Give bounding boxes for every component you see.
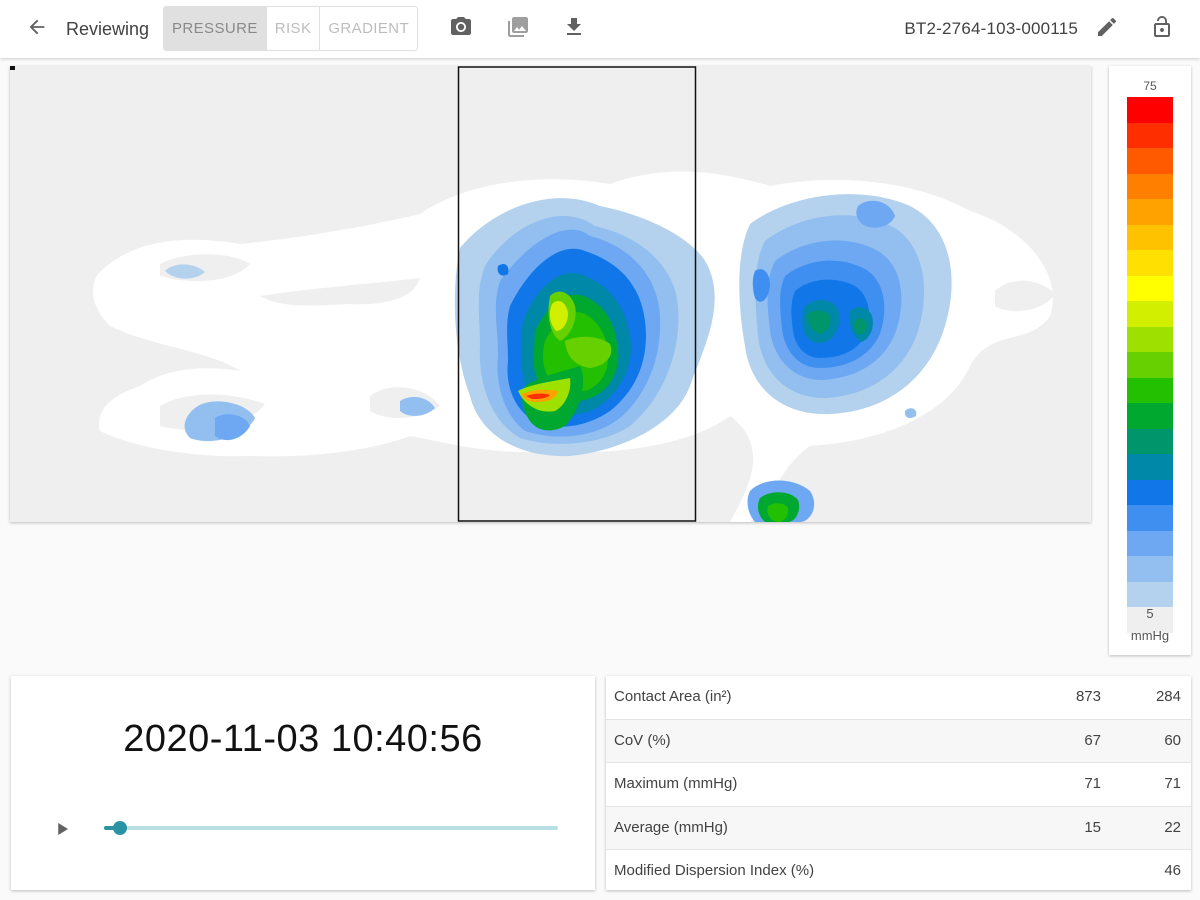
stat-label: Modified Dispersion Index (%) <box>614 862 815 880</box>
stat-value-1: 67 <box>1084 731 1101 749</box>
stat-row-maximum: Maximum (mmHg) 71 71 <box>606 763 1191 807</box>
back-button[interactable] <box>22 14 52 44</box>
mode-risk-button[interactable]: RISK <box>267 7 321 50</box>
legend-swatch <box>1127 403 1173 429</box>
legend-color-bar <box>1127 97 1173 633</box>
legend-swatch <box>1127 224 1173 250</box>
legend-swatch <box>1127 454 1173 480</box>
legend-max-label: 75 <box>1143 79 1157 93</box>
stat-row-dispersion-index: Modified Dispersion Index (%) 46 <box>606 850 1191 894</box>
legend-swatch <box>1127 326 1173 352</box>
lock-button[interactable] <box>1147 14 1177 44</box>
legend-swatch <box>1127 581 1173 607</box>
timeline-slider-thumb[interactable] <box>112 821 127 835</box>
timeline-slider[interactable] <box>104 821 558 835</box>
stat-value-2: 71 <box>1164 775 1181 793</box>
legend-unit-label: mmHg <box>1130 628 1170 643</box>
stat-label: CoV (%) <box>614 731 671 749</box>
legend-swatch <box>1127 428 1173 454</box>
legend-swatch <box>1127 250 1173 276</box>
legend-swatch <box>1127 97 1173 123</box>
stat-value-1: 71 <box>1084 775 1101 793</box>
legend-min-label: 5 <box>1146 606 1154 621</box>
legend-swatch <box>1127 505 1173 531</box>
snapshot-button[interactable] <box>446 14 476 44</box>
stat-row-contact-area: Contact Area (in²) 873 284 <box>606 676 1191 720</box>
image-icon <box>506 15 530 44</box>
legend-swatch <box>1127 301 1173 327</box>
stat-value-2: 22 <box>1164 818 1181 836</box>
page-title: Reviewing <box>66 19 150 39</box>
arrow-back-icon <box>26 16 48 43</box>
legend-swatch <box>1127 173 1173 199</box>
top-toolbar: Reviewing PRESSURE RISK GRADIENT BT2-276… <box>0 0 1200 58</box>
download-icon <box>562 15 586 44</box>
play-icon <box>53 820 71 843</box>
stat-row-cov: CoV (%) 67 60 <box>606 719 1191 764</box>
gallery-button[interactable] <box>503 14 533 44</box>
frame-timestamp: 2020-11-03 10:40:56 <box>123 718 483 760</box>
pencil-icon <box>1095 15 1119 44</box>
stat-row-average: Average (mmHg) 15 22 <box>606 806 1191 851</box>
stat-label: Contact Area (in²) <box>614 688 732 705</box>
stat-value-2: 284 <box>1155 688 1181 705</box>
legend-swatch <box>1127 352 1173 378</box>
lock-open-icon <box>1150 15 1174 44</box>
stats-table: Contact Area (in²) 873 284 CoV (%) 67 60… <box>606 676 1191 890</box>
legend-swatch <box>1127 479 1173 505</box>
pressure-legend: 75 5 mmHg <box>1109 66 1191 655</box>
stat-label: Maximum (mmHg) <box>614 775 738 793</box>
pressure-map[interactable] <box>10 66 1091 522</box>
edit-button[interactable] <box>1092 14 1122 44</box>
play-button[interactable] <box>47 816 77 846</box>
mode-gradient-button[interactable]: GRADIENT <box>320 7 417 50</box>
camera-icon <box>449 15 473 44</box>
stat-value-2: 60 <box>1164 731 1181 749</box>
device-id: BT2-2764-103-000115 <box>904 19 1078 38</box>
stat-label: Average (mmHg) <box>614 818 728 836</box>
corner-marker <box>10 66 15 70</box>
legend-swatch <box>1127 530 1173 556</box>
legend-swatch <box>1127 377 1173 403</box>
legend-swatch <box>1127 148 1173 174</box>
legend-swatch <box>1127 275 1173 301</box>
stat-value-2: 46 <box>1164 862 1181 880</box>
legend-swatch <box>1127 122 1173 148</box>
legend-swatch <box>1127 199 1173 225</box>
stat-value-1: 15 <box>1084 818 1101 836</box>
playback-card: 2020-11-03 10:40:56 <box>11 676 595 890</box>
stat-value-1: 873 <box>1075 688 1101 705</box>
view-mode-toggle: PRESSURE RISK GRADIENT <box>163 6 419 51</box>
download-button[interactable] <box>559 14 589 44</box>
legend-swatch <box>1127 556 1173 582</box>
mode-pressure-button[interactable]: PRESSURE <box>164 7 267 50</box>
